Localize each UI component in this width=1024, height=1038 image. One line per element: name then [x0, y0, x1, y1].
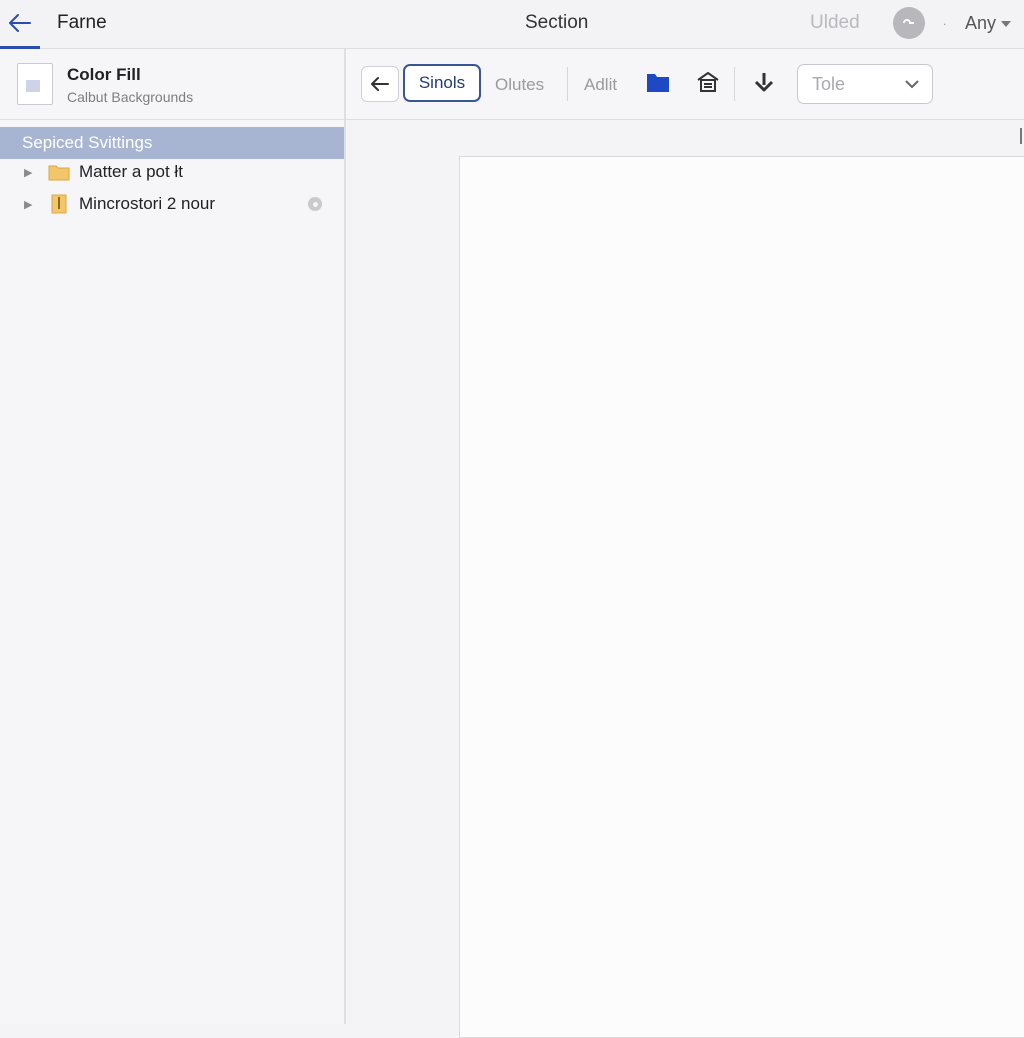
folder-icon: [48, 165, 70, 181]
back-button[interactable]: [0, 0, 40, 49]
section-title: Section: [525, 12, 589, 33]
tool-select-value: Tole: [812, 74, 846, 94]
file-name: Color Fill: [67, 65, 141, 84]
workspace: [346, 120, 1024, 1038]
tree-item[interactable]: ▶ Mincrostori 2 nour: [0, 189, 344, 219]
arrow-left-icon: [9, 14, 31, 32]
status-button[interactable]: [893, 7, 925, 39]
app-title: Farne: [57, 12, 107, 33]
expand-arrow-icon[interactable]: ▶: [24, 198, 32, 211]
archive-icon: [51, 194, 67, 214]
status-dot-icon: [308, 197, 322, 211]
file-header[interactable]: Color Fill Calbut Backgrounds: [0, 49, 344, 120]
chevron-down-icon: [905, 80, 919, 89]
expand-arrow-icon[interactable]: ▶: [24, 166, 32, 179]
tool-select[interactable]: Tole: [797, 64, 933, 104]
folder-icon[interactable]: [646, 71, 670, 93]
caret-down-icon: [1001, 20, 1012, 27]
file-subtitle: Calbut Backgrounds: [67, 89, 194, 105]
tab-2[interactable]: Olutes: [495, 75, 544, 95]
download-icon[interactable]: [752, 71, 776, 97]
arrow-left-icon: [371, 77, 389, 91]
ruler-marker: [1020, 128, 1022, 144]
file-icon: [17, 63, 53, 105]
toggle-icon: [903, 19, 914, 24]
tree-item[interactable]: ▶ Matter a pot łt: [0, 157, 344, 187]
account-dropdown[interactable]: Any: [965, 13, 1012, 34]
canvas-page[interactable]: [459, 156, 1024, 1038]
tab-active[interactable]: Sinols: [403, 64, 481, 102]
tree-item-label: Matter a pot łt: [79, 162, 183, 181]
sidebar-item-label: Sepiced Svittings: [22, 133, 153, 152]
sidebar: Color Fill Calbut Backgrounds Sepiced Sv…: [0, 49, 346, 1024]
toolbar-back-button[interactable]: [361, 66, 399, 102]
toolbar-divider: [567, 67, 568, 101]
account-label: Any: [965, 13, 997, 33]
sidebar-item-selected[interactable]: Sepiced Svittings: [0, 127, 344, 159]
toolbar-divider: [734, 67, 735, 101]
tab-3[interactable]: Adlit: [584, 75, 617, 95]
home-icon[interactable]: [696, 71, 720, 93]
toolbar: Sinols Olutes Adlit Tole: [346, 49, 1024, 120]
separator-dot: .: [943, 14, 947, 28]
tree-item-label: Mincrostori 2 nour: [79, 194, 216, 213]
top-bar: Farne Section Ulded . Any: [0, 0, 1024, 49]
status-text: Ulded: [810, 12, 860, 33]
